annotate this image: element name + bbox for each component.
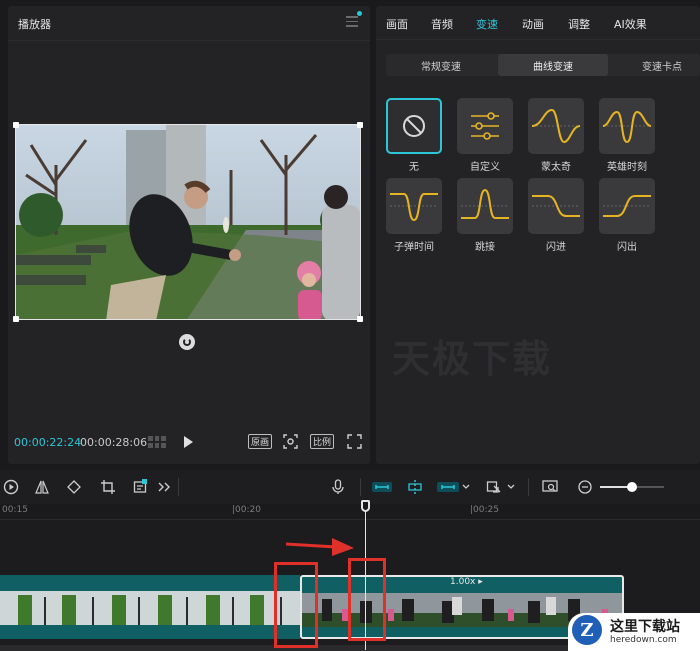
tab-ai-effects[interactable]: AI效果: [614, 16, 647, 32]
play-button[interactable]: [184, 436, 193, 448]
microphone-icon[interactable]: [330, 479, 346, 495]
preview-axis-icon[interactable]: [437, 479, 459, 495]
current-time: 00:00:22:24: [14, 436, 82, 449]
play-circle-icon[interactable]: [3, 479, 19, 495]
site-logo: Z 这里下载站 heredown.com: [568, 613, 700, 651]
curve-preset-flash-out[interactable]: 闪出: [599, 178, 657, 253]
bullet-time-curve-icon: [390, 193, 438, 222]
hero-moment-curve-icon: [602, 110, 652, 144]
curve-preset-jump-cut[interactable]: 跳接: [457, 178, 515, 253]
split-view-icon[interactable]: [486, 479, 502, 495]
curve-label: 英雄时刻: [607, 162, 647, 173]
logo-mark: Z: [572, 615, 602, 645]
speed-badge: 1.00x ▸: [444, 577, 489, 590]
rotate-icon[interactable]: [179, 334, 195, 350]
tab-audio[interactable]: 音频: [431, 16, 453, 32]
flash-out-curve-icon: [603, 195, 651, 217]
chevron-down-icon[interactable]: [461, 479, 471, 495]
highlight-box-clip-boundary: [274, 562, 318, 648]
property-tabs: 画面 音频 变速 动画 调整 AI效果: [376, 6, 700, 40]
subtab-beat-speed[interactable]: 变速卡点: [612, 54, 700, 76]
toolbar-divider: [178, 478, 179, 496]
ruler-tick-label: |00:20: [232, 505, 261, 515]
properties-panel: 画面 音频 变速 动画 调整 AI效果 常规变速 曲线变速 变速卡点 无 自定义…: [376, 6, 700, 464]
crop-icon[interactable]: [100, 479, 116, 495]
ruler-tick-label: |00:25: [470, 505, 499, 515]
custom-sliders-icon: [471, 112, 499, 140]
video-clip-trees[interactable]: [0, 575, 300, 639]
curve-preset-montage[interactable]: 蒙太奇: [528, 98, 586, 173]
menu-icon[interactable]: [346, 11, 362, 27]
red-arrow-annotation: [286, 538, 354, 556]
total-time: 00:00:28:06: [80, 436, 148, 449]
toolbar-divider: [528, 478, 529, 496]
player-controls: 00:00:22:24 00:00:28:06 原画 比例: [8, 432, 370, 456]
snap-icon[interactable]: [407, 479, 423, 495]
crop-handle-tr[interactable]: [357, 122, 363, 128]
tab-picture[interactable]: 画面: [386, 16, 408, 32]
divider: [8, 40, 370, 41]
playhead-handle[interactable]: [361, 500, 370, 512]
highlight-box-playhead: [348, 558, 386, 641]
player-title: 播放器: [18, 18, 51, 31]
curve-preset-custom[interactable]: 自定义: [457, 98, 515, 173]
player-panel: 播放器 00:00:22:24 00:00:28:06 原画 比例: [8, 6, 370, 464]
jump-cut-curve-icon: [461, 188, 509, 219]
timeline-toolbar: [0, 470, 700, 504]
curve-preset-hero-moment[interactable]: 英雄时刻: [599, 98, 657, 173]
subtab-curve-speed[interactable]: 曲线变速: [498, 54, 608, 76]
crop-handle-br[interactable]: [357, 316, 363, 322]
none-icon: [403, 115, 425, 137]
grid-icon[interactable]: [148, 436, 166, 448]
rotate-icon[interactable]: [66, 479, 82, 495]
curve-label: 子弹时间: [394, 242, 434, 253]
mirror-icon[interactable]: [34, 479, 50, 495]
curve-label: 无: [409, 162, 419, 173]
curve-label: 闪出: [617, 242, 637, 253]
curve-label: 跳接: [475, 242, 495, 253]
curve-label: 蒙太奇: [541, 162, 571, 173]
chevron-down-icon[interactable]: [506, 479, 516, 495]
subtab-normal-speed[interactable]: 常规变速: [386, 54, 496, 76]
timeline-ruler[interactable]: 00:15 |00:20 |00:25: [0, 504, 700, 520]
speed-subtabs: 常规变速 曲线变速 变速卡点: [386, 54, 700, 76]
edit-frame-icon[interactable]: [133, 479, 149, 495]
curve-preset-bullet-time[interactable]: 子弹时间: [386, 178, 444, 253]
zoom-slider[interactable]: [600, 482, 664, 492]
curve-label: 自定义: [470, 162, 500, 173]
logo-text-cn: 这里下载站: [610, 619, 680, 635]
more-chevrons-icon[interactable]: [156, 479, 172, 495]
curve-preset-flash-in[interactable]: 闪进: [528, 178, 586, 253]
tab-adjust[interactable]: 调整: [568, 16, 590, 32]
video-frame-image: [16, 125, 360, 319]
toolbar-divider: [360, 478, 361, 496]
link-track-icon[interactable]: [372, 479, 392, 495]
curve-preset-none[interactable]: 无: [386, 98, 444, 173]
logo-text-en: heredown.com: [610, 635, 677, 645]
crop-handle-bl[interactable]: [13, 316, 19, 322]
video-preview[interactable]: [15, 124, 361, 320]
zoom-slider-knob[interactable]: [627, 482, 637, 492]
ruler-tick-label: 00:15: [2, 505, 28, 515]
tab-animation[interactable]: 动画: [522, 16, 544, 32]
original-quality-button[interactable]: 原画: [248, 434, 272, 449]
fit-screen-icon[interactable]: [283, 434, 298, 449]
curve-label: 闪进: [546, 242, 566, 253]
watermark-text: 天极下载: [392, 337, 553, 381]
crop-handle-tl[interactable]: [13, 122, 19, 128]
montage-curve-icon: [531, 108, 581, 144]
aspect-ratio-button[interactable]: 比例: [310, 434, 334, 449]
tab-speed[interactable]: 变速: [476, 16, 498, 32]
fullscreen-icon[interactable]: [347, 434, 362, 449]
zoom-out-icon[interactable]: [577, 479, 593, 495]
zoom-preview-icon[interactable]: [542, 479, 558, 495]
clip-thumbnails: [0, 591, 300, 625]
flash-in-curve-icon: [532, 195, 580, 217]
